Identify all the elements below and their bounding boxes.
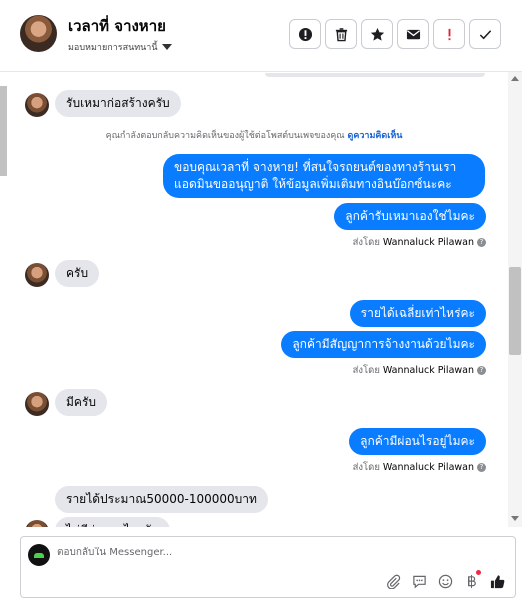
incoming-message: มีครับ bbox=[55, 389, 107, 416]
check-icon bbox=[479, 29, 491, 39]
caret-down-icon bbox=[161, 44, 172, 50]
outgoing-message: ลูกค้ารับเหมาเองใช่ไมคะ bbox=[334, 203, 486, 230]
chat-scrollbar-thumb[interactable] bbox=[509, 267, 521, 355]
sender-name: Wannaluck Pilawan bbox=[382, 462, 474, 473]
incoming-message: ไม่มีผ่อนอะไรครับ bbox=[55, 517, 170, 527]
emoji-button[interactable] bbox=[437, 573, 453, 589]
notice-text: คุณกำลังตอบกลับความคิดเห็นของผู้ใช้ต่อโพ… bbox=[105, 131, 345, 141]
spam-button[interactable] bbox=[433, 19, 465, 49]
view-comment-link[interactable]: ดูความคิดเห็น bbox=[348, 131, 403, 141]
payment-button[interactable] bbox=[463, 570, 481, 589]
trash-icon bbox=[335, 27, 347, 41]
alert-circle-icon bbox=[298, 27, 312, 41]
envelope-icon bbox=[406, 29, 420, 39]
sent-by-prefix: ส่งโดย bbox=[352, 237, 380, 248]
sent-by-label: ส่งโดย Wannaluck Pilawan ? bbox=[353, 460, 486, 475]
incoming-message: ครับ bbox=[55, 260, 100, 287]
sender-name: Wannaluck Pilawan bbox=[382, 237, 474, 248]
header-actions bbox=[289, 19, 501, 49]
customer-avatar[interactable] bbox=[25, 263, 49, 287]
comment-reply-notice: คุณกำลังตอบกลับความคิดเห็นของผู้ใช้ต่อโพ… bbox=[0, 128, 508, 142]
paperclip-icon bbox=[386, 574, 400, 589]
incoming-message: รับเหมาก่อสร้างครับ bbox=[55, 90, 181, 117]
page-avatar bbox=[28, 544, 50, 566]
star-icon bbox=[370, 27, 384, 41]
customer-avatar[interactable] bbox=[25, 93, 49, 117]
customer-avatar[interactable] bbox=[25, 392, 49, 416]
incoming-message: รายได้ประมาณ50000-100000บาท bbox=[55, 486, 268, 513]
customer-avatar[interactable] bbox=[25, 520, 49, 527]
outgoing-message: ขอบคุณเวลาที่ จางหาย! ที่สนใจรถยนต์ของทา… bbox=[163, 154, 485, 198]
scroll-up-arrow-icon[interactable] bbox=[511, 76, 519, 81]
help-icon[interactable]: ? bbox=[477, 463, 486, 472]
assign-label: มอบหมายการสนทนานี้ bbox=[68, 43, 158, 53]
sent-by-prefix: ส่งโดย bbox=[352, 462, 380, 473]
message-thread: รับเหมาก่อสร้างครับ คุณกำลังตอบกลับความค… bbox=[0, 73, 508, 527]
sender-name: Wannaluck Pilawan bbox=[382, 365, 474, 376]
exclamation-icon bbox=[448, 28, 450, 40]
attach-button[interactable] bbox=[385, 573, 401, 589]
like-button[interactable] bbox=[489, 573, 505, 589]
saved-reply-icon bbox=[412, 575, 426, 588]
contact-avatar[interactable] bbox=[20, 15, 57, 52]
conversation-header: เวลาที่ จางหาย มอบหมายการสนทนานี้ bbox=[0, 0, 522, 72]
outgoing-message: ลูกค้ามีผ่อนไรอยู่ไมคะ bbox=[349, 428, 486, 455]
assign-conversation-dropdown[interactable]: มอบหมายการสนทนานี้ bbox=[68, 40, 172, 54]
help-icon[interactable]: ? bbox=[477, 238, 486, 247]
mark-done-button[interactable] bbox=[469, 19, 501, 49]
sent-by-label: ส่งโดย Wannaluck Pilawan ? bbox=[353, 235, 486, 250]
outgoing-message: ลูกค้ามีสัญญาการจ้างงานด้วยไมคะ bbox=[281, 331, 486, 358]
alert-button[interactable] bbox=[289, 19, 321, 49]
sent-by-label: ส่งโดย Wannaluck Pilawan ? bbox=[353, 363, 486, 378]
mark-unread-button[interactable] bbox=[397, 19, 429, 49]
composer-tools bbox=[385, 570, 505, 589]
scroll-down-arrow-icon[interactable] bbox=[511, 516, 519, 521]
like-icon bbox=[490, 574, 504, 588]
emoji-icon bbox=[438, 574, 452, 588]
notification-dot bbox=[476, 570, 481, 575]
delete-button[interactable] bbox=[325, 19, 357, 49]
help-icon[interactable]: ? bbox=[477, 366, 486, 375]
saved-replies-button[interactable] bbox=[411, 573, 427, 589]
sent-by-prefix: ส่งโดย bbox=[352, 365, 380, 376]
baht-icon bbox=[467, 574, 476, 588]
reply-input[interactable] bbox=[57, 547, 477, 558]
contact-name[interactable]: เวลาที่ จางหาย bbox=[68, 14, 166, 38]
messenger-conversation: เวลาที่ จางหาย มอบหมายการสนทนานี้ รับเหม… bbox=[0, 0, 522, 607]
star-button[interactable] bbox=[361, 19, 393, 49]
reply-composer bbox=[20, 536, 516, 598]
page-logo-mark bbox=[34, 552, 44, 558]
previous-bubble-edge bbox=[265, 73, 485, 77]
outgoing-message: รายได้เฉลี่ยเท่าไหร่คะ bbox=[349, 300, 486, 327]
